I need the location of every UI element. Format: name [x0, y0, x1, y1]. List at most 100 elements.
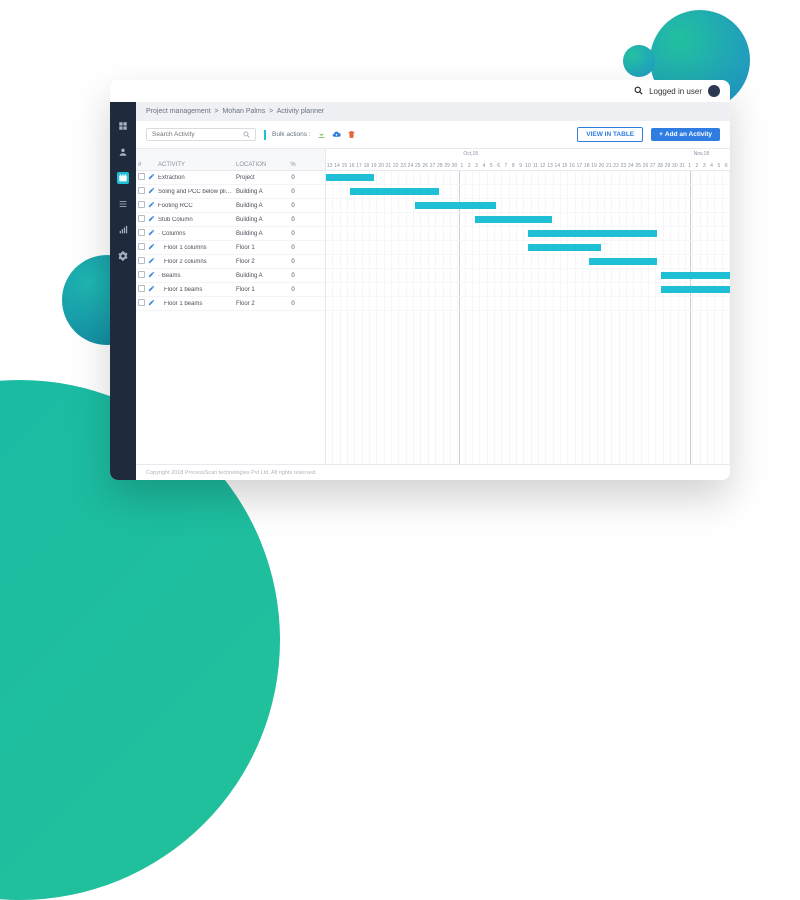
- col-percent: %: [284, 162, 302, 168]
- day-cell: 6: [723, 163, 730, 169]
- table-row[interactable]: Soling and PCC below pli…Building A0: [136, 185, 325, 199]
- table-row[interactable]: Floor 1 columnsFloor 10: [136, 241, 325, 255]
- edit-icon[interactable]: [148, 257, 155, 264]
- gantt-row: [326, 213, 730, 227]
- nav-reports-icon[interactable]: [117, 224, 129, 236]
- edit-icon[interactable]: [148, 187, 155, 194]
- day-cell: 20: [598, 163, 605, 169]
- day-cell: 6: [495, 163, 502, 169]
- activity-name: Floor 1 beams: [164, 301, 202, 307]
- delete-icon[interactable]: [347, 130, 356, 139]
- day-cell: 24: [407, 163, 414, 169]
- gantt-row: [326, 241, 730, 255]
- gantt-bar[interactable]: [528, 244, 601, 251]
- breadcrumb-3: Activity planner: [277, 108, 324, 115]
- search-input[interactable]: [152, 131, 243, 138]
- activity-name: Extraction: [158, 175, 185, 181]
- day-cell: 14: [554, 163, 561, 169]
- day-cell: 29: [444, 163, 451, 169]
- activity-location: Floor 1: [234, 245, 284, 251]
- day-cell: 21: [605, 163, 612, 169]
- day-cell: 3: [473, 163, 480, 169]
- table-row[interactable]: Floor 1 beamsFloor 10: [136, 283, 325, 297]
- row-checkbox[interactable]: [138, 215, 145, 222]
- table-row[interactable]: -ColumnsBuilding A0: [136, 227, 325, 241]
- activity-percent: 0: [284, 287, 302, 293]
- row-checkbox[interactable]: [138, 299, 145, 306]
- row-checkbox[interactable]: [138, 243, 145, 250]
- search-activity[interactable]: [146, 128, 256, 141]
- nav-user-icon[interactable]: [117, 146, 129, 158]
- edit-icon[interactable]: [148, 215, 155, 222]
- edit-icon[interactable]: [148, 243, 155, 250]
- edit-icon[interactable]: [148, 285, 155, 292]
- table-row[interactable]: Floor 1 beamsFloor 20: [136, 297, 325, 311]
- day-cell: 19: [370, 163, 377, 169]
- edit-icon[interactable]: [148, 201, 155, 208]
- breadcrumb-2[interactable]: Mohan Palms: [222, 108, 265, 115]
- row-checkbox[interactable]: [138, 271, 145, 278]
- search-icon[interactable]: [634, 86, 643, 97]
- download-icon[interactable]: [317, 130, 326, 139]
- gantt-bar[interactable]: [528, 230, 657, 237]
- table-row[interactable]: Footing RCCBuilding A0: [136, 199, 325, 213]
- activity-table-header: # ACTIVITY LOCATION %: [136, 149, 325, 171]
- add-activity-button[interactable]: +Add an Activity: [651, 128, 720, 141]
- gantt-bar[interactable]: [475, 216, 552, 223]
- edit-icon[interactable]: [148, 173, 155, 180]
- activity-location: Building A: [234, 189, 284, 195]
- edit-icon[interactable]: [148, 299, 155, 306]
- add-activity-label: Add an Activity: [665, 131, 712, 138]
- topbar: Logged in user: [110, 80, 730, 102]
- day-cell: 3: [701, 163, 708, 169]
- nav-activity-planner-icon[interactable]: [117, 172, 129, 184]
- gantt-bar[interactable]: [661, 272, 730, 279]
- table-row[interactable]: -BeamsBuilding A0: [136, 269, 325, 283]
- gantt-bar[interactable]: [661, 286, 730, 293]
- tree-toggle[interactable]: -: [158, 273, 160, 279]
- table-row[interactable]: ExtractionProject0: [136, 171, 325, 185]
- gantt-bar[interactable]: [350, 188, 439, 195]
- activity-location: Building A: [234, 217, 284, 223]
- day-cell: 30: [671, 163, 678, 169]
- table-row[interactable]: Stub ColumnBuilding A0: [136, 213, 325, 227]
- gantt-bar[interactable]: [589, 258, 658, 265]
- row-checkbox[interactable]: [138, 187, 145, 194]
- day-cell: 18: [363, 163, 370, 169]
- gantt-bar[interactable]: [415, 202, 496, 209]
- edit-icon[interactable]: [148, 229, 155, 236]
- gantt-row: [326, 227, 730, 241]
- row-checkbox[interactable]: [138, 257, 145, 264]
- nav-list-icon[interactable]: [117, 198, 129, 210]
- row-checkbox[interactable]: [138, 229, 145, 236]
- user-avatar[interactable]: [708, 85, 720, 97]
- gantt-bar[interactable]: [326, 174, 374, 181]
- day-cell: 26: [642, 163, 649, 169]
- breadcrumb: Project management > Mohan Palms > Activ…: [136, 102, 730, 121]
- day-cell: 25: [414, 163, 421, 169]
- activity-location: Building A: [234, 231, 284, 237]
- day-cell: 31: [679, 163, 686, 169]
- nav-settings-icon[interactable]: [117, 250, 129, 262]
- edit-icon[interactable]: [148, 271, 155, 278]
- table-row[interactable]: Floor 2 columnsFloor 20: [136, 255, 325, 269]
- activity-percent: 0: [284, 259, 302, 265]
- day-cell: 20: [377, 163, 384, 169]
- view-in-table-button[interactable]: VIEW IN TABLE: [577, 127, 643, 142]
- gantt-row: [326, 297, 730, 311]
- activity-percent: 0: [284, 273, 302, 279]
- breadcrumb-1[interactable]: Project management: [146, 108, 211, 115]
- day-cell: 28: [656, 163, 663, 169]
- tree-toggle[interactable]: -: [158, 231, 160, 237]
- cloud-upload-icon[interactable]: [332, 130, 341, 139]
- activity-name: Floor 1 beams: [164, 287, 202, 293]
- row-checkbox[interactable]: [138, 201, 145, 208]
- gantt-row: [326, 199, 730, 213]
- day-cell: 16: [568, 163, 575, 169]
- row-checkbox[interactable]: [138, 285, 145, 292]
- day-cell: 22: [392, 163, 399, 169]
- nav-dashboard-icon[interactable]: [117, 120, 129, 132]
- activity-location: Building A: [234, 273, 284, 279]
- row-checkbox[interactable]: [138, 173, 145, 180]
- activity-percent: 0: [284, 301, 302, 307]
